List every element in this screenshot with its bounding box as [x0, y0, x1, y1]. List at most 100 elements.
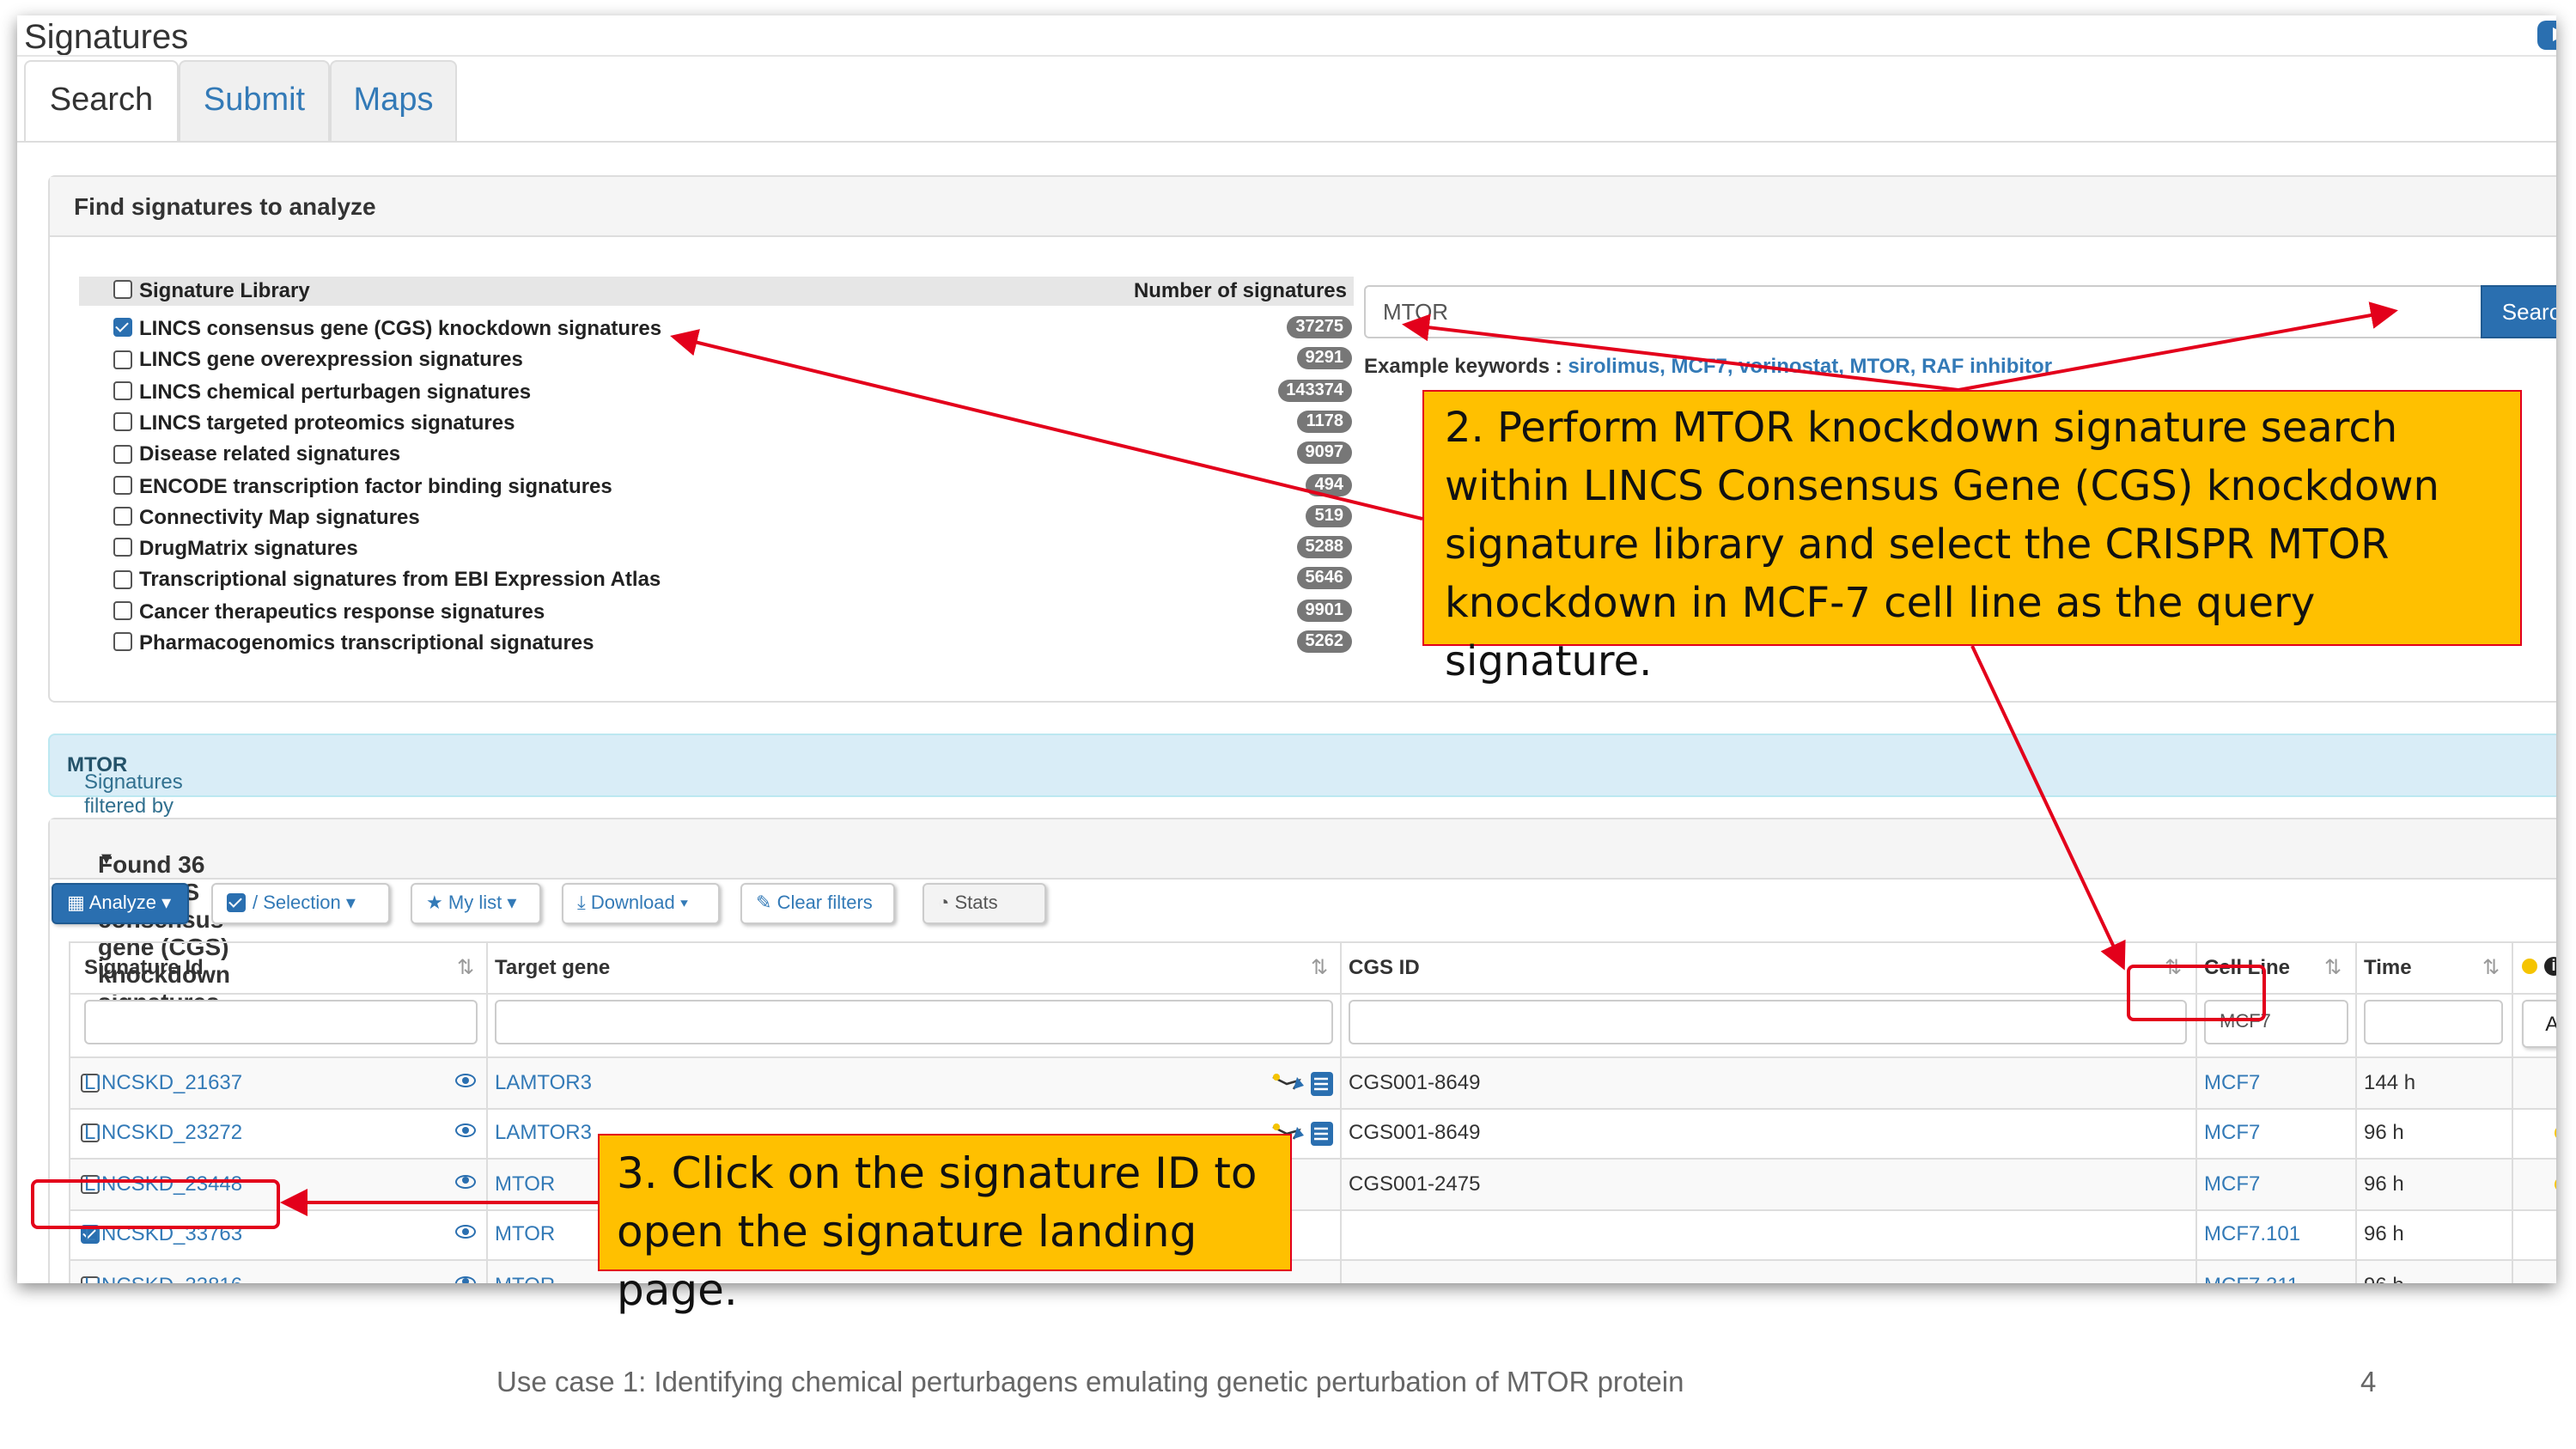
- tab-submit[interactable]: Submit: [179, 60, 330, 141]
- cell-line-link[interactable]: MCF7.101: [2204, 1209, 2300, 1259]
- results-panel-header[interactable]: ▼ Found 36 of LINCS consensus gene (CGS)…: [50, 819, 2556, 1015]
- library-label: LINCS chemical perturbagen signatures: [139, 379, 532, 404]
- library-checkbox[interactable]: [113, 601, 132, 621]
- library-label: LINCS gene overexpression signatures: [139, 347, 523, 372]
- example-keywords: Example keywords : sirolimus, MCF7, vori…: [1364, 354, 2052, 378]
- slide-page-number: 4: [2360, 1366, 2377, 1397]
- column-signature-id[interactable]: Signature Id: [84, 941, 204, 993]
- signature-id-filter-input[interactable]: [84, 1000, 478, 1044]
- sort-icon[interactable]: ⇅: [2482, 941, 2500, 993]
- cell-line-link[interactable]: MCF7: [2204, 1160, 2260, 1209]
- signature-id-link[interactable]: LINCSKD_21637: [84, 1058, 242, 1108]
- select-all-libraries-checkbox[interactable]: [113, 280, 132, 300]
- screenshot-frame: Signatures ? Search Submit Maps Find sig…: [17, 15, 2556, 1283]
- sort-icon[interactable]: ⇅: [457, 941, 474, 993]
- library-item[interactable]: LINCS targeted proteomics signatures 1178: [113, 410, 1352, 441]
- download-button[interactable]: ⤓ Download ▾: [562, 883, 720, 924]
- step-3-callout: 3. Click on the signature ID to open the…: [598, 1134, 1292, 1315]
- sort-icon[interactable]: ⇅: [1311, 941, 1328, 993]
- library-label: Cancer therapeutics response signatures: [139, 599, 545, 624]
- library-count-badge: 519: [1306, 504, 1352, 527]
- library-item[interactable]: Disease related signatures 9097: [113, 441, 1352, 472]
- library-item[interactable]: LINCS consensus gene (CGS) knockdown sig…: [113, 316, 1352, 347]
- time-cell: 96 h: [2364, 1221, 2404, 1246]
- library-label: Disease related signatures: [139, 441, 401, 466]
- target-gene-link[interactable]: LAMTOR3: [495, 1109, 592, 1159]
- cgs-id-cell: CGS001-8649: [1349, 1120, 1481, 1145]
- library-count-badge: 9097: [1296, 441, 1352, 465]
- target-gene-link[interactable]: MTOR: [495, 1260, 555, 1283]
- target-gene-link[interactable]: MTOR: [495, 1160, 555, 1209]
- library-checkbox[interactable]: [113, 632, 132, 652]
- target-gene-filter-input[interactable]: [495, 1000, 1333, 1044]
- video-play-icon[interactable]: [2537, 21, 2556, 50]
- eye-icon[interactable]: [455, 1275, 476, 1283]
- library-count-badge: 5262: [1296, 630, 1352, 653]
- my-list-button[interactable]: ★ My list ▾: [411, 883, 541, 924]
- analyze-button[interactable]: ▦ Analyze ▾: [52, 883, 189, 924]
- tab-maps[interactable]: Maps: [330, 60, 457, 141]
- time-cell: 144 h: [2364, 1070, 2416, 1094]
- library-checkbox[interactable]: [113, 381, 132, 400]
- search-button[interactable]: Search: [2481, 285, 2556, 338]
- library-item[interactable]: Cancer therapeutics response signatures 9…: [113, 599, 1352, 630]
- eye-icon[interactable]: [455, 1225, 476, 1239]
- slide-footer: Use case 1: Identifying chemical perturb…: [496, 1366, 1684, 1397]
- grid-icon: ▦: [67, 893, 85, 914]
- sort-icon[interactable]: ⇅: [2324, 941, 2342, 993]
- library-item[interactable]: Transcriptional signatures from EBI Expr…: [113, 567, 1352, 599]
- eye-icon[interactable]: [455, 1174, 476, 1189]
- library-count-badge: 9901: [1296, 599, 1352, 622]
- library-item[interactable]: Connectivity Map signatures 519: [113, 504, 1352, 536]
- target-gene-link[interactable]: LAMTOR3: [495, 1058, 592, 1108]
- library-label: Transcriptional signatures from EBI Expr…: [139, 567, 661, 592]
- library-count-badge: 1178: [1297, 410, 1352, 433]
- signature-id-link[interactable]: LINCSKD_23272: [84, 1109, 242, 1159]
- library-checkbox[interactable]: [113, 475, 132, 495]
- library-label: DrugMatrix signatures: [139, 536, 358, 561]
- library-checkbox[interactable]: [113, 444, 132, 464]
- column-cgs-id[interactable]: CGS ID: [1349, 941, 1420, 993]
- library-checkbox[interactable]: [113, 350, 132, 369]
- library-checkbox[interactable]: [113, 569, 132, 589]
- keyword-filter-bar: Signatures filtered by keyword: MTOR: [48, 734, 2556, 842]
- count-header-label: Number of signatures: [1133, 278, 1347, 302]
- library-count-badge: 143374: [1277, 379, 1352, 402]
- tab-search[interactable]: Search: [24, 60, 179, 143]
- library-item[interactable]: LINCS gene overexpression signatures 9291: [113, 347, 1352, 379]
- library-checkbox[interactable]: [113, 538, 132, 557]
- library-count-badge: 37275: [1287, 316, 1352, 338]
- library-label: Pharmacogenomics transcriptional signatu…: [139, 630, 594, 654]
- library-checkbox[interactable]: [113, 412, 132, 432]
- search-input[interactable]: [1364, 285, 2486, 338]
- clear-filters-button[interactable]: ✎ Clear filters: [740, 883, 895, 924]
- eye-icon[interactable]: [455, 1074, 476, 1087]
- cgs-id-filter-input[interactable]: [1349, 1000, 2187, 1044]
- selection-button[interactable]: / Selection ▾: [211, 883, 390, 924]
- example-keywords-links[interactable]: sirolimus, MCF7, vorinostat, MTOR, RAF i…: [1568, 354, 2052, 378]
- library-item[interactable]: DrugMatrix signatures 5288: [113, 536, 1352, 567]
- target-gene-link[interactable]: MTOR: [495, 1209, 555, 1259]
- cell-line-link[interactable]: MCF7: [2204, 1058, 2260, 1108]
- tabs-divider: [17, 141, 2556, 143]
- column-target-gene[interactable]: Target gene: [495, 941, 610, 993]
- library-item[interactable]: ENCODE transcription factor binding sign…: [113, 473, 1352, 504]
- library-checkbox[interactable]: [113, 318, 132, 338]
- library-checkbox[interactable]: [113, 507, 132, 527]
- signature-id-link[interactable]: LINCSKD_33816: [84, 1260, 242, 1283]
- cgs-id-cell: CGS001-8649: [1349, 1070, 1481, 1094]
- find-panel-header: Find signatures to analyze: [50, 177, 2556, 237]
- cgs-id-cell: CGS001-2475: [1349, 1171, 1481, 1196]
- star-icon: ★: [426, 893, 443, 914]
- cell-line-link[interactable]: MCF7: [2204, 1109, 2260, 1159]
- gene-pathway-icon[interactable]: [1271, 1070, 1337, 1098]
- stats-button[interactable]: ◔ Stats: [923, 883, 1046, 924]
- eye-icon[interactable]: [455, 1123, 476, 1138]
- library-item[interactable]: Pharmacogenomics transcriptional signatu…: [113, 630, 1352, 661]
- all-filter-dropdown[interactable]: All ▾: [2522, 1000, 2556, 1048]
- cell-line-link[interactable]: MCF7.311: [2204, 1260, 2299, 1283]
- library-item[interactable]: LINCS chemical perturbagen signatures 143…: [113, 379, 1352, 410]
- time-filter-input[interactable]: [2364, 1000, 2503, 1044]
- time-cell: 96 h: [2364, 1171, 2404, 1196]
- column-time[interactable]: Time: [2364, 941, 2412, 993]
